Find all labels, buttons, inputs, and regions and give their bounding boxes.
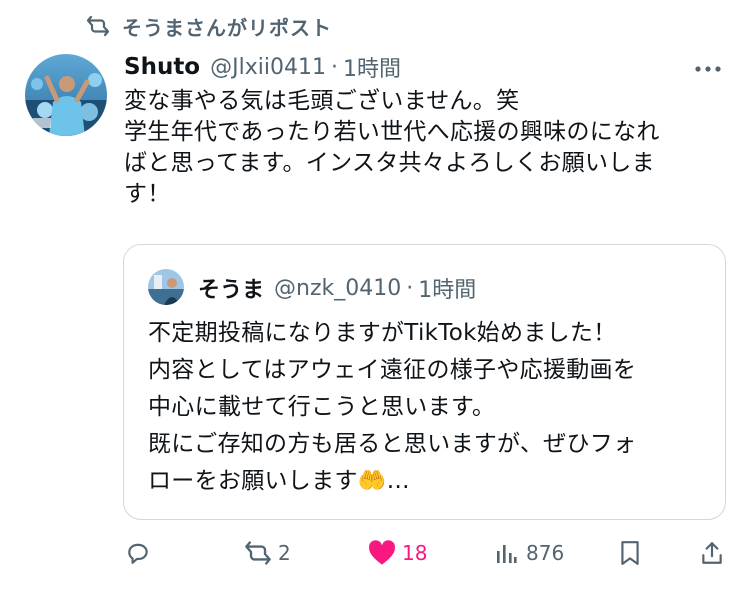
bookmark-button[interactable] (616, 533, 644, 573)
like-count: 18 (402, 541, 428, 565)
share-icon (698, 539, 726, 567)
repost-button[interactable]: 2 (244, 533, 291, 573)
quote-author-name[interactable]: そうま (198, 272, 264, 304)
quoted-tweet[interactable]: そうま @nzk_0410 · 1時間 不定期投稿になりますがTikTok始めま… (123, 244, 726, 520)
author-name[interactable]: Shuto (124, 54, 200, 80)
author-handle[interactable]: @Jlxii0411 (210, 55, 326, 80)
reply-button[interactable] (124, 533, 158, 573)
quote-avatar[interactable] (148, 269, 184, 305)
bookmark-icon (616, 539, 644, 567)
quote-separator-dot: · (406, 275, 414, 301)
views-count: 876 (526, 541, 565, 565)
tweet-text: 変な事やる気は毛頭ございません。笑 学生年代であったり若い世代へ応援の興味のにな… (124, 88, 660, 207)
bar-chart-icon (492, 539, 520, 567)
repost-count: 2 (278, 541, 291, 565)
quote-author-handle[interactable]: @nzk_0410 (274, 276, 401, 301)
like-button[interactable]: 18 (368, 533, 427, 573)
quote-timestamp[interactable]: 1時間 (418, 272, 476, 304)
reply-icon (124, 539, 152, 567)
views-button[interactable]: 876 (492, 533, 564, 573)
repost-icon (84, 12, 112, 40)
share-button[interactable] (698, 533, 726, 573)
more-icon (694, 58, 722, 77)
separator-dot: · (330, 54, 338, 80)
tweet-header: Shuto @Jlxii0411 · 1時間 (124, 50, 401, 84)
heart-filled-icon (368, 539, 396, 567)
quote-header: そうま @nzk_0410 · 1時間 (198, 271, 476, 305)
avatar[interactable] (25, 54, 107, 136)
more-button[interactable] (690, 54, 726, 80)
repost-banner[interactable]: そうまさんがリポスト (84, 12, 332, 40)
repost-icon (244, 539, 272, 567)
action-bar: 2 18 876 (120, 533, 740, 573)
repost-banner-text: そうまさんがリポスト (122, 15, 332, 40)
quote-text: 不定期投稿になりますがTikTok始めました！ 内容としてはアウェイ遠征の様子や… (148, 320, 637, 494)
timestamp[interactable]: 1時間 (343, 51, 401, 83)
